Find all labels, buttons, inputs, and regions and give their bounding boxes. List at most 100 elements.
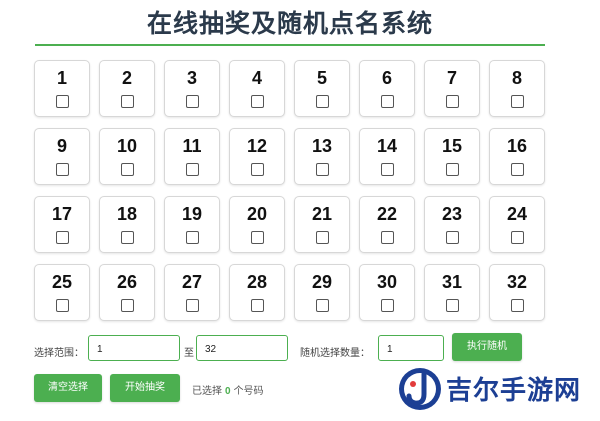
- number-cell[interactable]: 12: [229, 128, 285, 185]
- number-checkbox[interactable]: [315, 299, 329, 312]
- number-label: 16: [506, 136, 528, 156]
- number-label: 27: [181, 272, 203, 292]
- title-divider: [35, 44, 545, 46]
- random-count-label: 随机选择数量：: [300, 348, 370, 359]
- start-draw-button[interactable]: 开始抽奖: [110, 374, 180, 402]
- number-checkbox[interactable]: [380, 163, 394, 176]
- number-checkbox[interactable]: [55, 95, 69, 108]
- number-checkbox[interactable]: [120, 163, 134, 176]
- number-grid: 1 2 3 4 5 6 7 8 9 10 11 12 13 14 15 16 17 18 19 20 21 22 23 24 2…: [34, 60, 546, 321]
- number-label: 28: [246, 272, 268, 292]
- number-checkbox[interactable]: [250, 299, 264, 312]
- number-label: 7: [446, 68, 457, 88]
- number-checkbox[interactable]: [185, 299, 199, 312]
- number-checkbox[interactable]: [55, 231, 69, 244]
- number-checkbox[interactable]: [445, 299, 459, 312]
- number-cell[interactable]: 29: [294, 264, 350, 321]
- number-checkbox[interactable]: [380, 299, 394, 312]
- number-cell[interactable]: 28: [229, 264, 285, 321]
- number-checkbox[interactable]: [315, 163, 329, 176]
- watermark-text: 吉尔手游网: [446, 376, 582, 406]
- number-label: 11: [182, 136, 202, 156]
- range-label: 选择范围：: [34, 348, 84, 359]
- number-checkbox[interactable]: [250, 95, 264, 108]
- number-checkbox[interactable]: [445, 95, 459, 108]
- number-checkbox[interactable]: [250, 231, 264, 244]
- number-checkbox[interactable]: [445, 163, 459, 176]
- number-checkbox[interactable]: [380, 95, 394, 108]
- selection-status: 已选择 0 个号码: [192, 382, 264, 397]
- number-checkbox[interactable]: [510, 299, 524, 312]
- number-cell[interactable]: 20: [229, 196, 285, 253]
- number-cell[interactable]: 26: [99, 264, 155, 321]
- number-cell[interactable]: 3: [164, 60, 220, 117]
- number-cell[interactable]: 5: [294, 60, 350, 117]
- number-checkbox[interactable]: [445, 231, 459, 244]
- status-suffix: 个号码: [233, 386, 264, 397]
- number-cell[interactable]: 17: [34, 196, 90, 253]
- number-label: 12: [246, 136, 268, 156]
- number-cell[interactable]: 14: [359, 128, 415, 185]
- number-cell[interactable]: 18: [99, 196, 155, 253]
- number-label: 9: [56, 136, 67, 156]
- number-label: 31: [441, 272, 463, 292]
- number-cell[interactable]: 15: [424, 128, 480, 185]
- range-end-input[interactable]: 32: [196, 335, 288, 361]
- random-count-input[interactable]: 1: [378, 335, 444, 361]
- number-label: 32: [506, 272, 528, 292]
- number-cell[interactable]: 10: [99, 128, 155, 185]
- number-cell[interactable]: 8: [489, 60, 545, 117]
- number-cell[interactable]: 4: [229, 60, 285, 117]
- number-cell[interactable]: 31: [424, 264, 480, 321]
- number-label: 21: [311, 204, 333, 224]
- number-checkbox[interactable]: [510, 163, 524, 176]
- number-checkbox[interactable]: [510, 231, 524, 244]
- number-checkbox[interactable]: [185, 163, 199, 176]
- number-checkbox[interactable]: [120, 95, 134, 108]
- number-label: 8: [511, 68, 522, 88]
- number-cell[interactable]: 27: [164, 264, 220, 321]
- selected-count: 0: [225, 386, 231, 397]
- to-label: 至: [184, 348, 194, 359]
- number-label: 13: [311, 136, 333, 156]
- number-cell[interactable]: 11: [164, 128, 220, 185]
- number-label: 6: [381, 68, 392, 88]
- number-cell[interactable]: 9: [34, 128, 90, 185]
- number-cell[interactable]: 1: [34, 60, 90, 117]
- number-cell[interactable]: 30: [359, 264, 415, 321]
- number-cell[interactable]: 21: [294, 196, 350, 253]
- number-checkbox[interactable]: [380, 231, 394, 244]
- number-checkbox[interactable]: [250, 163, 264, 176]
- number-cell[interactable]: 7: [424, 60, 480, 117]
- clear-selection-button[interactable]: 清空选择: [34, 374, 102, 402]
- number-label: 5: [316, 68, 327, 88]
- number-checkbox[interactable]: [185, 95, 199, 108]
- number-cell[interactable]: 2: [99, 60, 155, 117]
- number-cell[interactable]: 16: [489, 128, 545, 185]
- number-checkbox[interactable]: [315, 95, 329, 108]
- number-cell[interactable]: 25: [34, 264, 90, 321]
- number-label: 18: [116, 204, 138, 224]
- number-cell[interactable]: 23: [424, 196, 480, 253]
- number-checkbox[interactable]: [55, 163, 69, 176]
- number-checkbox[interactable]: [120, 299, 134, 312]
- site-watermark: 吉尔手游网: [398, 360, 598, 418]
- range-start-input[interactable]: 1: [88, 335, 180, 361]
- number-label: 25: [51, 272, 73, 292]
- number-cell[interactable]: 6: [359, 60, 415, 117]
- execute-random-button[interactable]: 执行随机: [452, 333, 522, 361]
- number-cell[interactable]: 19: [164, 196, 220, 253]
- number-checkbox[interactable]: [185, 231, 199, 244]
- number-label: 17: [51, 204, 73, 224]
- number-checkbox[interactable]: [120, 231, 134, 244]
- number-cell[interactable]: 32: [489, 264, 545, 321]
- number-label: 2: [121, 68, 132, 88]
- number-label: 1: [56, 68, 67, 88]
- number-checkbox[interactable]: [55, 299, 69, 312]
- number-checkbox[interactable]: [510, 95, 524, 108]
- number-cell[interactable]: 22: [359, 196, 415, 253]
- number-cell[interactable]: 24: [489, 196, 545, 253]
- number-cell[interactable]: 13: [294, 128, 350, 185]
- number-label: 29: [311, 272, 333, 292]
- number-checkbox[interactable]: [315, 231, 329, 244]
